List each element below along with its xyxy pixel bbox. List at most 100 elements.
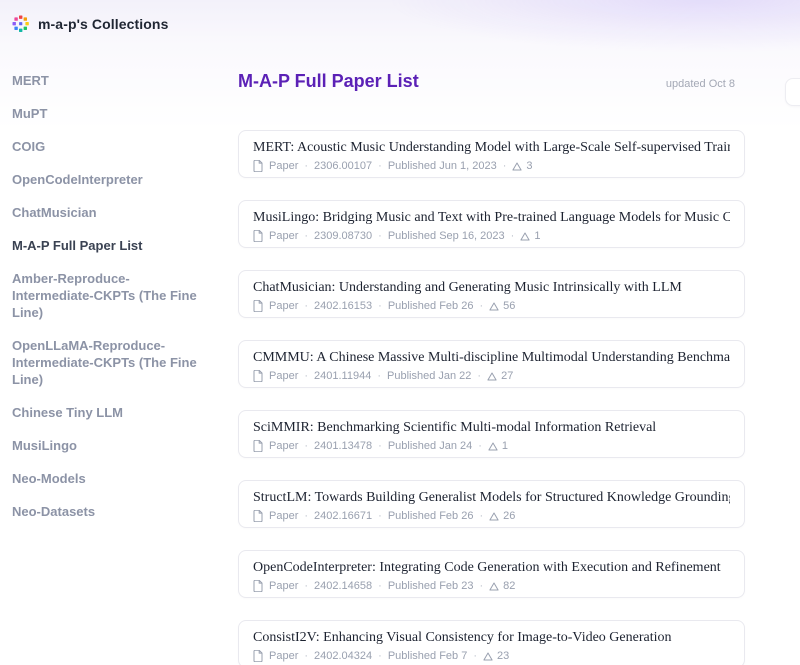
top-bar: m-a-p's Collections [0,0,800,38]
upvote-count: 82 [503,580,515,592]
paper-meta: Paper · 2402.04324 · Published Feb 7 · 2… [253,650,730,662]
sidebar-collection-item[interactable]: ChatMusician [12,204,204,221]
paper-card[interactable]: OpenCodeInterpreter: Integrating Code Ge… [238,550,745,598]
paper-card[interactable]: ConsistI2V: Enhancing Visual Consistency… [238,620,745,665]
arxiv-id: 2402.04324 [314,650,372,662]
upvote-count: 27 [501,370,513,382]
paper-title[interactable]: CMMMU: A Chinese Massive Multi-disciplin… [253,349,730,366]
sidebar-collection-item[interactable]: M-A-P Full Paper List [12,237,204,254]
upvote-group: 23 [483,650,509,662]
paper-meta: Paper · 2309.08730 · Published Sep 16, 2… [253,230,730,242]
paper-meta: Paper · 2401.13478 · Published Jan 24 · … [253,440,730,452]
sidebar-collection-item[interactable]: Neo-Models [12,470,204,487]
upvote-triangle-icon [487,372,497,381]
meta-separator: · [304,580,308,592]
paper-card[interactable]: StructLM: Towards Building Generalist Mo… [238,480,745,528]
meta-separator: · [477,370,481,382]
meta-separator: · [304,440,308,452]
sidebar-collection-item[interactable]: Neo-Datasets [12,503,204,520]
paper-title[interactable]: ChatMusician: Understanding and Generati… [253,279,730,296]
upvote-group: 27 [487,370,513,382]
document-icon [253,510,263,522]
upvote-group: 82 [489,580,515,592]
meta-separator: · [304,230,308,242]
paper-title[interactable]: MusiLingo: Bridging Music and Text with … [253,209,730,226]
meta-separator: · [378,160,382,172]
published-date: Published Feb 23 [388,580,474,592]
upvote-triangle-icon [488,442,498,451]
upvote-triangle-icon [489,582,499,591]
paper-card[interactable]: MusiLingo: Bridging Music and Text with … [238,200,745,248]
document-icon [253,580,263,592]
paper-card[interactable]: MERT: Acoustic Music Understanding Model… [238,130,745,178]
upvote-group: 56 [489,300,515,312]
meta-separator: · [503,160,507,172]
meta-separator: · [473,650,477,662]
upvote-count: 23 [497,650,509,662]
meta-separator: · [378,300,382,312]
sidebar-collection-item[interactable]: MusiLingo [12,437,204,454]
upvote-triangle-icon [489,302,499,311]
document-icon [253,300,263,312]
paper-card[interactable]: CMMMU: A Chinese Massive Multi-disciplin… [238,340,745,388]
published-date: Published Jan 24 [388,440,472,452]
upvote-group: 3 [512,160,532,172]
sidebar-collection-item[interactable]: MuPT [12,105,204,122]
upvote-triangle-icon [512,162,522,171]
meta-separator: · [378,510,382,522]
document-icon [253,230,263,242]
meta-separator: · [511,230,515,242]
upvote-count: 1 [502,440,508,452]
paper-type-label: Paper [269,230,298,242]
published-date: Published Feb 7 [388,650,468,662]
paper-title[interactable]: OpenCodeInterpreter: Integrating Code Ge… [253,559,730,576]
paper-title[interactable]: SciMMIR: Benchmarking Scientific Multi-m… [253,419,730,436]
paper-meta: Paper · 2306.00107 · Published Jun 1, 20… [253,160,730,172]
paper-type-label: Paper [269,300,298,312]
sidebar-collection-item[interactable]: OpenCodeInterpreter [12,171,204,188]
page-layout: MERT MuPT COIG OpenCodeInterpreter ChatMusic… [0,38,800,665]
sidebar-collection-item[interactable]: COIG [12,138,204,155]
document-icon [253,370,263,382]
arxiv-id: 2402.16671 [314,510,372,522]
arxiv-id: 2401.11944 [314,370,371,382]
sidebar-collection-item[interactable]: OpenLLaMA-Reproduce-Intermediate-CKPTs (… [12,337,204,388]
sidebar-collection-item[interactable]: MERT [12,72,204,89]
sidebar-collection-item[interactable]: Chinese Tiny LLM [12,404,204,421]
org-collections-title[interactable]: m-a-p's Collections [38,16,168,32]
paper-title[interactable]: ConsistI2V: Enhancing Visual Consistency… [253,629,730,646]
upvote-group: 1 [488,440,508,452]
meta-separator: · [479,300,483,312]
org-logo-icon[interactable] [12,15,30,33]
published-date: Published Sep 16, 2023 [388,230,505,242]
published-date: Published Feb 26 [388,510,474,522]
paper-type-label: Paper [269,510,298,522]
meta-separator: · [378,580,382,592]
meta-separator: · [304,370,308,382]
paper-type-label: Paper [269,580,298,592]
meta-separator: · [304,160,308,172]
arxiv-id: 2306.00107 [314,160,372,172]
paper-meta: Paper · 2402.14658 · Published Feb 23 · … [253,580,730,592]
paper-type-label: Paper [269,440,298,452]
document-icon [253,160,263,172]
published-date: Published Jan 22 [387,370,471,382]
meta-separator: · [378,230,382,242]
arxiv-id: 2401.13478 [314,440,372,452]
paper-type-label: Paper [269,650,298,662]
paper-title[interactable]: MERT: Acoustic Music Understanding Model… [253,139,730,156]
upvote-triangle-icon [520,232,530,241]
document-icon [253,440,263,452]
meta-separator: · [478,440,482,452]
sidebar-collection-item[interactable]: Amber-Reproduce-Intermediate-CKPTs (The … [12,270,204,321]
paper-title[interactable]: StructLM: Towards Building Generalist Mo… [253,489,730,506]
paper-type-label: Paper [269,370,298,382]
arxiv-id: 2402.16153 [314,300,372,312]
upvote-triangle-icon [489,512,499,521]
upvote-group: 26 [489,510,515,522]
paper-meta: Paper · 2402.16153 · Published Feb 26 · … [253,300,730,312]
paper-card[interactable]: ChatMusician: Understanding and Generati… [238,270,745,318]
collections-sidebar: MERT MuPT COIG OpenCodeInterpreter ChatMusic… [0,38,238,536]
paper-card[interactable]: SciMMIR: Benchmarking Scientific Multi-m… [238,410,745,458]
published-date: Published Jun 1, 2023 [388,160,497,172]
